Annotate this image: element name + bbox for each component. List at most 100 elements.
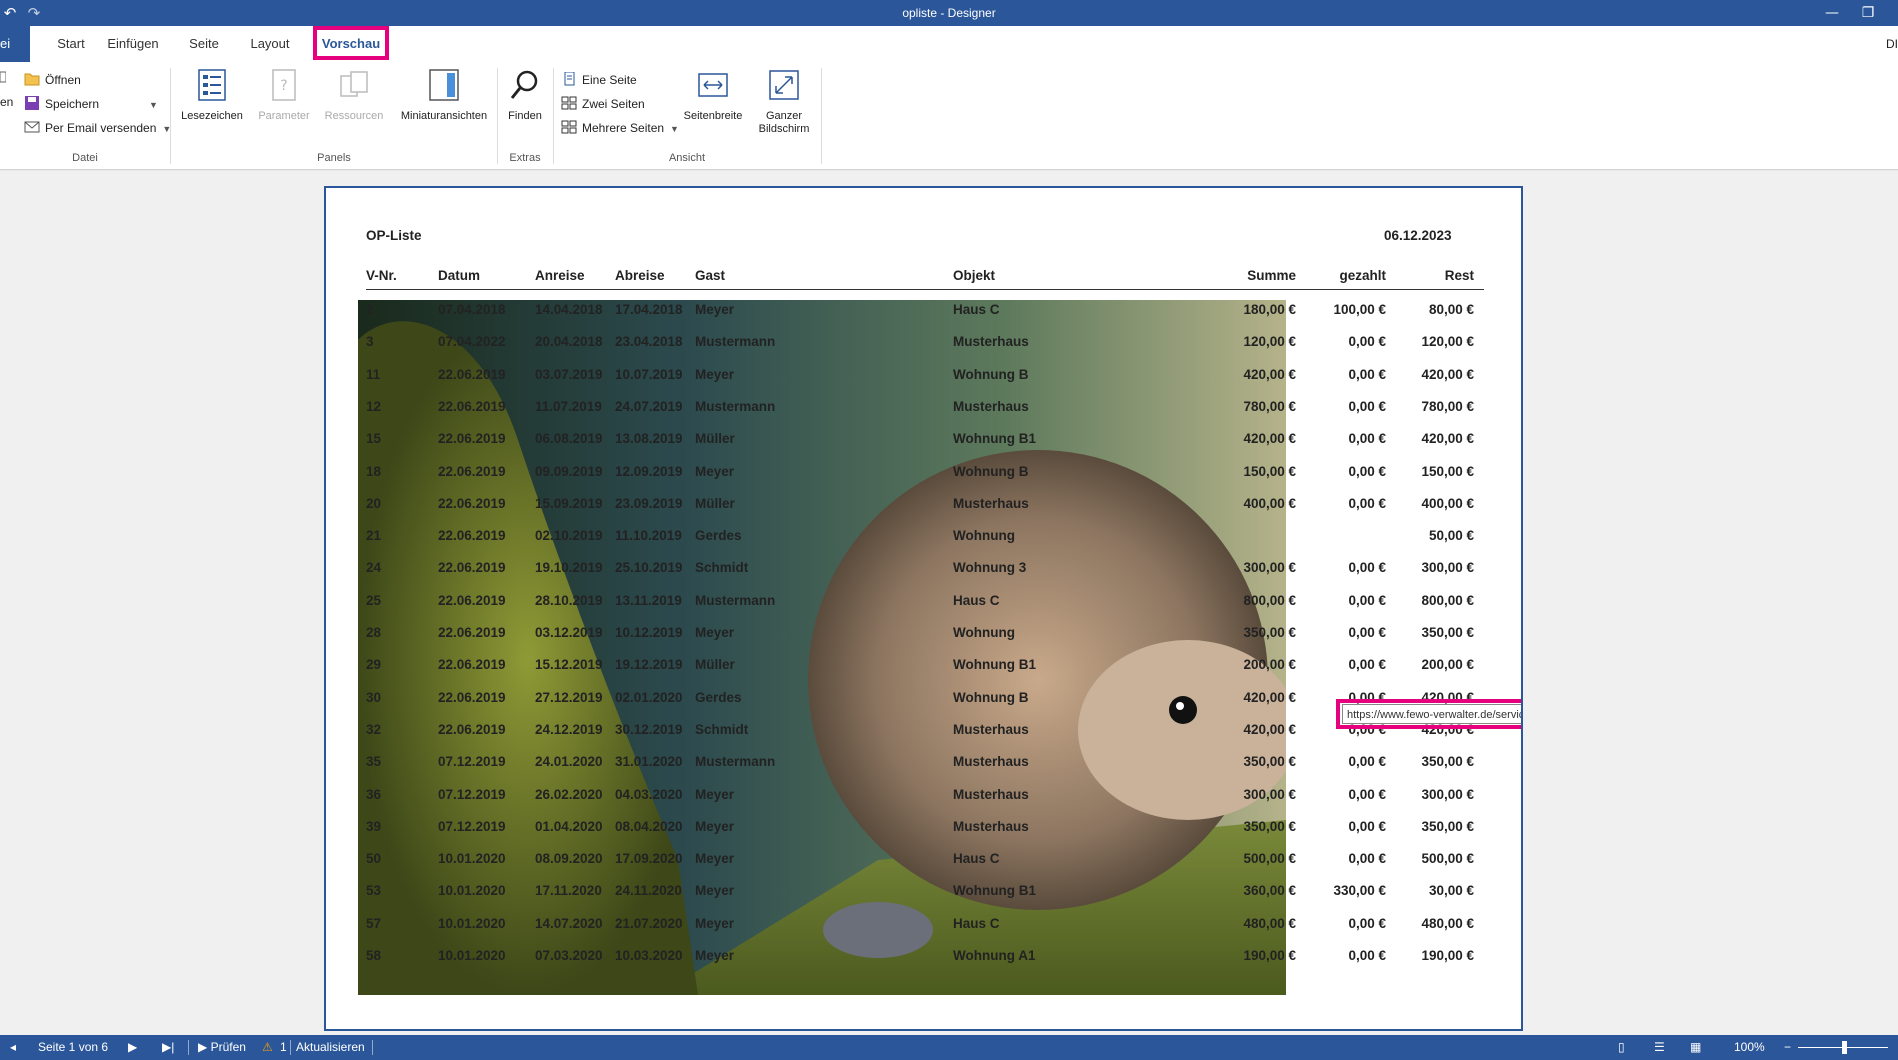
cell-gezahlt: 0,00 €: [1348, 948, 1386, 963]
zoom-out-icon[interactable]: −: [1784, 1035, 1791, 1060]
tab-start[interactable]: Start: [40, 26, 102, 62]
nav-last-icon[interactable]: ▶|: [162, 1035, 174, 1060]
fullscreen-button[interactable]: Ganzer Bildschirm: [752, 68, 816, 136]
cell-summe: 180,00 €: [1243, 302, 1296, 317]
cell-gezahlt: 0,00 €: [1348, 495, 1386, 511]
cell-objekt: Musterhaus: [953, 398, 1029, 414]
cell-datum: 10.01.2020: [438, 948, 506, 963]
more-pages-icon: [561, 120, 577, 134]
tab-einfuegen[interactable]: Einfügen: [102, 26, 164, 62]
cell-abreise: 24.07.2019: [615, 398, 683, 414]
one-page-button[interactable]: Eine Seite: [561, 70, 637, 90]
table-row: 39 07.12.2019 01.04.2020 08.04.2020 Meyer Mus…: [366, 819, 1484, 851]
table-row: 36 07.12.2019 26.02.2020 04.03.2020 Meyer Mus…: [366, 787, 1484, 819]
group-separator: [821, 68, 822, 164]
cell-datum: 07.12.2019: [438, 786, 506, 802]
cell-anreise: 24.12.2019: [535, 721, 603, 737]
cell-rest: 120,00 €: [1421, 334, 1474, 350]
cell-rest: 480,00 €: [1421, 915, 1474, 931]
cell-anreise: 14.04.2018: [535, 302, 603, 317]
resources-button[interactable]: Ressourcen: [320, 68, 388, 123]
cell-datum: 07.04.2018: [438, 302, 506, 317]
cell-gast: Meyer: [695, 948, 735, 963]
cell-vnr: 58: [366, 948, 382, 963]
table-row: 53 10.01.2020 17.11.2020 24.11.2020 Meyer Woh…: [366, 883, 1484, 915]
cell-summe: 800,00 €: [1243, 592, 1296, 608]
chevron-down-icon[interactable]: ▼: [670, 124, 679, 134]
zoom-slider-thumb[interactable]: [1842, 1041, 1847, 1054]
table-row: 15 22.06.2019 06.08.2019 13.08.2019 Müller Wo…: [366, 431, 1484, 463]
one-page-icon: [564, 72, 575, 86]
status-separator: [188, 1040, 189, 1055]
bookmarks-button[interactable]: Lesezeichen: [178, 68, 246, 123]
parameter-button[interactable]: ? Parameter: [254, 68, 314, 123]
email-button[interactable]: Per Email versenden ▼: [24, 118, 171, 138]
check-button[interactable]: ▶ Prüfen: [198, 1035, 246, 1060]
cell-objekt: Wohnung B1: [953, 883, 1036, 899]
cell-gezahlt: 100,00 €: [1333, 302, 1386, 317]
multi-page-view-icon[interactable]: ▦: [1690, 1035, 1701, 1060]
cell-gezahlt: 0,00 €: [1348, 560, 1386, 576]
thumbnails-icon: [429, 69, 459, 101]
tab-seite[interactable]: Seite: [180, 26, 228, 62]
chevron-down-icon[interactable]: ▼: [149, 100, 158, 110]
nav-prev-icon[interactable]: ◂: [10, 1035, 16, 1060]
nav-next-icon[interactable]: ▶: [128, 1035, 137, 1060]
col-rest: Rest: [1444, 268, 1474, 283]
cell-gast: Meyer: [695, 463, 735, 479]
restore-icon[interactable]: ❐: [1858, 3, 1878, 23]
minimize-icon[interactable]: —: [1822, 3, 1842, 23]
save-icon: [25, 96, 39, 110]
cell-gast: Meyer: [695, 786, 735, 802]
cell-vnr: 30: [366, 689, 382, 705]
cell-vnr: 36: [366, 786, 382, 802]
tab-layout[interactable]: Layout: [242, 26, 298, 62]
thumbnails-button[interactable]: Miniaturansichten: [396, 68, 492, 123]
cell-anreise: 07.03.2020: [535, 948, 603, 963]
cell-gast: Meyer: [695, 883, 735, 899]
cell-rest: 30,00 €: [1428, 883, 1474, 899]
cell-gezahlt: 0,00 €: [1348, 915, 1386, 931]
cell-rest: 400,00 €: [1421, 495, 1474, 511]
tab-file[interactable]: ei: [0, 26, 30, 62]
page-width-button[interactable]: Seitenbreite: [680, 68, 746, 123]
cell-objekt: Wohnung: [953, 625, 1015, 640]
cell-rest: 350,00 €: [1421, 754, 1474, 770]
ribbon-body: en Öffnen Speichern ▼ Per Email versenden…: [0, 62, 1898, 170]
save-button[interactable]: Speichern ▼: [24, 94, 158, 114]
find-button[interactable]: Finden: [503, 68, 547, 123]
open-button[interactable]: Öffnen: [24, 70, 81, 90]
cell-rest: 420,00 €: [1421, 431, 1474, 447]
cell-abreise: 04.03.2020: [615, 786, 683, 802]
cell-vnr: 29: [366, 657, 382, 673]
cell-abreise: 11.10.2019: [615, 528, 682, 544]
table-header: V-Nr. Datum Anreise Abreise Gast Objekt …: [366, 268, 1484, 290]
group-datei-label: Datei: [72, 152, 98, 164]
table-row: 32 22.06.2019 24.12.2019 30.12.2019 Schmidt M…: [366, 722, 1484, 754]
cell-gast: Müller: [695, 495, 735, 511]
cell-vnr: 53: [366, 883, 382, 899]
cell-summe: 120,00 €: [1243, 334, 1296, 350]
two-pages-icon: [561, 96, 577, 110]
cell-gezahlt: 0,00 €: [1348, 431, 1386, 447]
more-pages-button[interactable]: Mehrere Seiten ▼: [561, 118, 679, 138]
cell-rest: 350,00 €: [1421, 625, 1474, 640]
update-button[interactable]: Aktualisieren: [296, 1035, 365, 1060]
status-bar: ◂ Seite 1 von 6 ▶ ▶| ▶ Prüfen ⚠ 1 Aktual…: [0, 1035, 1898, 1060]
cell-rest: 190,00 €: [1421, 948, 1474, 963]
cell-gast: Meyer: [695, 302, 735, 317]
ribbon-tabs: ei Start Einfügen Seite Layout Vorschau …: [0, 26, 1898, 62]
continuous-view-icon[interactable]: ☰: [1654, 1035, 1665, 1060]
col-abreise: Abreise: [615, 268, 665, 283]
col-summe: Summe: [1247, 268, 1296, 283]
bookmarks-icon: [198, 69, 226, 101]
cell-objekt: Wohnung B: [953, 689, 1029, 705]
single-page-view-icon[interactable]: ▯: [1618, 1035, 1625, 1060]
cell-abreise: 10.03.2020: [615, 948, 683, 963]
preview-area[interactable]: OP-Liste 06.12.2023 V-Nr. Datum Anreise …: [0, 171, 1898, 1035]
table-row: 2 07.04.2018 14.04.2018 17.04.2018 Meyer Haus…: [366, 302, 1484, 334]
two-pages-button[interactable]: Zwei Seiten: [561, 94, 645, 114]
cell-abreise: 17.04.2018: [615, 302, 683, 317]
cell-abreise: 23.09.2019: [615, 495, 683, 511]
cell-objekt: Musterhaus: [953, 786, 1029, 802]
